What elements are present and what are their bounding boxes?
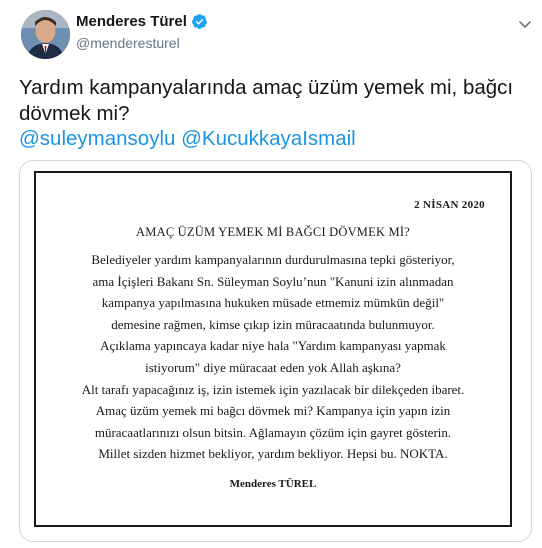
document-line: demesine rağmen, kimse çıkıp izin müraca… <box>111 316 435 332</box>
document-line: istiyorum" diye müracaat eden yok Allah … <box>145 359 401 375</box>
document-line: ama İçişleri Bakanı Sn. Süleyman Soylu’n… <box>92 273 454 289</box>
tweet-image-card[interactable]: 2 NİSAN 2020 AMAÇ ÜZÜM YEMEK Mİ BAĞCI DÖ… <box>19 160 532 542</box>
document-line: müracaatlarınızı olsun bitsin. Ağlamayın… <box>94 424 452 440</box>
tweet-mentions: @suleymansoylu @KucukkayaIsmail <box>19 126 356 152</box>
document-line: Millet sizden hizmet bekliyor, yardım be… <box>98 446 448 462</box>
tweet-text: Yardım kampanyalarında amaç üzüm yemek m… <box>19 75 524 127</box>
document-signature: Menderes TÜREL <box>229 478 317 490</box>
tweet-text-line: Yardım kampanyalarında amaç üzüm yemek m… <box>19 76 514 99</box>
user-handle[interactable]: @menderesturel <box>76 35 180 51</box>
document-line: Açıklama yapıncaya kadar niye hala "Yard… <box>100 338 446 354</box>
document-date: 2 NİSAN 2020 <box>414 199 485 211</box>
document-line: Belediyeler yardım kampanyalarının durdu… <box>91 252 455 267</box>
document-line: Amaç üzüm yemek mi bağcı dövmek mi? Kamp… <box>95 403 451 419</box>
mention-link[interactable]: @suleymansoylu <box>19 127 175 150</box>
avatar[interactable] <box>21 10 70 59</box>
display-name[interactable]: Menderes Türel <box>76 13 187 30</box>
avatar-photo <box>21 10 70 59</box>
document-line: Alt tarafı yapacağınız iş, izin istemek … <box>81 381 465 397</box>
document-line: kampanya yapılmasına hukuken müsade etme… <box>101 295 445 311</box>
document-body: Belediyeler yardım kampanyalarının durdu… <box>46 249 500 465</box>
chevron-down-icon[interactable] <box>517 16 533 32</box>
document-image: 2 NİSAN 2020 AMAÇ ÜZÜM YEMEK Mİ BAĞCI DÖ… <box>34 171 512 527</box>
document-heading: AMAÇ ÜZÜM YEMEK Mİ BAĞCI DÖVMEK Mİ? <box>136 225 410 239</box>
tweet-text-line: dövmek mi? <box>19 102 130 125</box>
verified-badge-icon <box>191 14 207 29</box>
mention-link[interactable]: @KucukkayaIsmail <box>181 127 356 150</box>
